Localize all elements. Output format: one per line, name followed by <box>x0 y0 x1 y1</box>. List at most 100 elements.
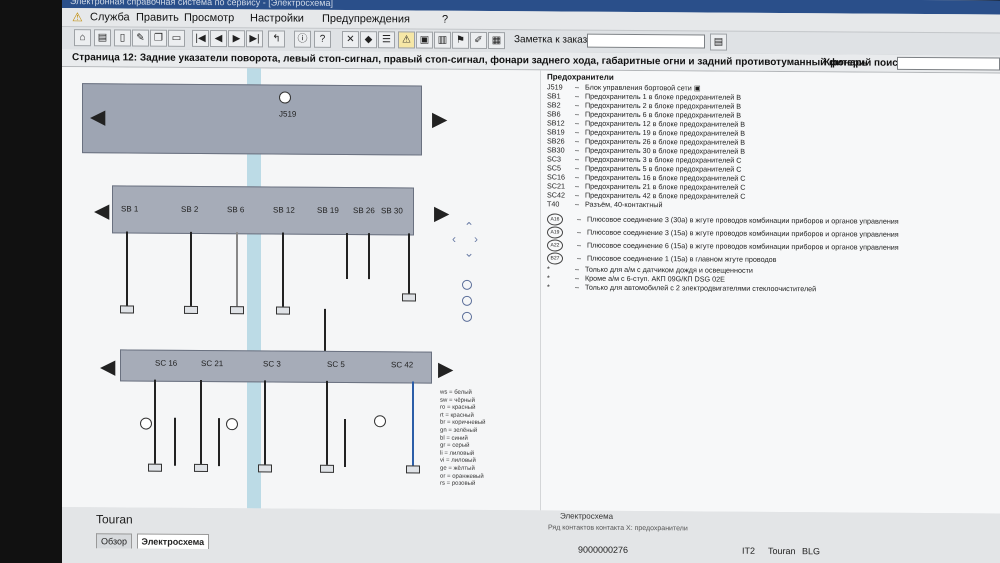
color-code-row: gn = зелёный <box>440 427 478 434</box>
vehicle-model: Touran <box>96 512 133 527</box>
next-page-icon[interactable]: ▶ <box>228 30 245 48</box>
nav-right-arrow-icon[interactable]: ▶ <box>432 109 447 131</box>
notes-icon[interactable]: ▣ <box>416 31 433 49</box>
legend-connector: A19– Плюсовое соединение 3 (15a) в жгуте … <box>547 226 899 239</box>
wire <box>324 308 326 351</box>
color-code-row: gr = серый <box>440 442 470 450</box>
menu-service[interactable]: Служба <box>90 8 130 26</box>
connector-circle <box>374 415 386 428</box>
pencil-icon[interactable]: ✐ <box>470 31 487 49</box>
tab-wiring-diagram[interactable]: Электросхема <box>136 533 210 550</box>
print-icon[interactable]: ▤ <box>94 29 111 47</box>
list-icon[interactable]: ☰ <box>378 31 395 49</box>
wire-terminal <box>148 463 162 472</box>
sb-fuse-label: SB 30 <box>381 206 403 216</box>
first-page-icon[interactable]: |◀ <box>192 29 209 48</box>
wire <box>126 231 128 308</box>
diagnostics-icon[interactable]: ◆ <box>360 31 377 49</box>
scheme-caption: Электросхема <box>560 511 614 521</box>
legend-note: * – Только для автомобилей с 2 электродвиг… <box>547 282 817 294</box>
legend-title: Предохранители <box>547 72 614 82</box>
wire-terminal <box>320 464 334 473</box>
zoom-in-icon[interactable] <box>462 279 472 290</box>
sb-fuse-label: SB 1 <box>121 204 139 214</box>
wiring-diagram[interactable]: J519 SB 1 SB 2 SB 6 SB 12 SB 19 SB 26 SB… <box>62 67 540 511</box>
wire-terminal <box>402 293 416 302</box>
legend-item: T40– Разъём, 40-контактный <box>547 199 663 210</box>
help-icon[interactable]: ? <box>314 30 331 48</box>
wire-terminal <box>120 305 134 314</box>
pan-down-icon[interactable]: ⌄ <box>464 246 474 260</box>
pan-right-icon[interactable]: › <box>474 232 478 246</box>
wire <box>346 232 348 279</box>
wire-terminal <box>258 464 272 473</box>
status-field-3: BLG <box>802 546 821 557</box>
warning-toolbar-icon[interactable]: ⚠ <box>398 31 415 49</box>
sb-fuse-label: SB 26 <box>353 206 375 216</box>
info-icon[interactable]: ⓘ <box>294 30 311 48</box>
color-code-row: rs = розовый <box>440 480 476 488</box>
wire-color-legend: ws = белый sw = чёрный ro = красный rt =… <box>440 390 486 489</box>
wire-terminal <box>276 306 290 315</box>
fuse-panel-sb: SB 1 SB 2 SB 6 SB 12 SB 19 SB 26 SB 30 <box>112 185 414 236</box>
menu-warnings[interactable]: Предупреждения <box>322 10 410 29</box>
nav-right-arrow-icon[interactable]: ▶ <box>434 203 449 225</box>
wire <box>174 417 176 466</box>
sb-fuse-label: SB 6 <box>227 205 245 215</box>
connector-circle <box>140 417 152 430</box>
zoom-fit-icon[interactable] <box>462 311 472 322</box>
warning-icon: ⚠ <box>72 10 83 25</box>
previous-page-icon[interactable]: ◀ <box>210 30 227 48</box>
screen: Электронная справочная система по сервис… <box>0 0 1000 563</box>
wire <box>264 380 266 467</box>
control-unit-symbol-icon <box>279 91 291 104</box>
status-field-2: Touran <box>768 545 796 557</box>
tab-overview[interactable]: Обзор <box>96 533 132 549</box>
menu-edit[interactable]: Править <box>136 9 179 27</box>
zoom-out-icon[interactable] <box>462 295 472 306</box>
order-note-button[interactable]: ▤ <box>710 33 727 51</box>
nav-left-arrow-icon[interactable]: ◀ <box>90 106 105 128</box>
menu-help[interactable]: ? <box>442 11 448 29</box>
nav-right-arrow-icon[interactable]: ▶ <box>438 359 453 381</box>
wire <box>190 231 192 308</box>
tab-strip: Обзор Электросхема <box>96 533 211 550</box>
wire <box>368 233 370 280</box>
color-code-row: ge = жёлтый <box>440 465 475 472</box>
nav-left-arrow-icon[interactable]: ◀ <box>100 356 115 378</box>
wire-terminal <box>230 306 244 315</box>
legend-connector: A16– Плюсовое соединение 3 (30a) в жгуте … <box>547 213 899 226</box>
folder-icon[interactable]: ▦ <box>488 31 505 50</box>
legend-connector: B27– Плюсовое соединение 1 (15a) в главно… <box>547 252 776 265</box>
legend-pane: Предохранители J519– Блок управления борт… <box>540 70 1000 514</box>
bottom-panel: Touran Электросхема Ряд контактов контак… <box>62 507 1000 563</box>
color-code-row: ro = красный <box>440 404 476 412</box>
document-icon[interactable]: ▯ <box>114 29 131 47</box>
book-icon[interactable]: ▥ <box>434 31 451 49</box>
wire <box>154 379 156 466</box>
home-icon[interactable]: ⌂ <box>74 29 91 47</box>
sc-fuse-label: SC 16 <box>155 358 178 368</box>
flag-icon[interactable]: ⚑ <box>452 31 469 49</box>
order-note-input[interactable] <box>587 33 705 49</box>
document-number: 9000000276 <box>578 544 629 555</box>
back-icon[interactable]: ↰ <box>268 30 285 48</box>
wire-terminal <box>194 463 208 473</box>
car-icon[interactable]: ▭ <box>168 29 185 47</box>
wire <box>408 233 410 296</box>
control-unit-label: J519 <box>279 109 297 119</box>
tools-icon[interactable]: ✕ <box>342 30 359 49</box>
nav-left-arrow-icon[interactable]: ◀ <box>94 200 109 222</box>
menu-view[interactable]: Просмотр <box>184 9 234 27</box>
pan-up-icon[interactable]: ⌃ <box>464 220 474 234</box>
sc-fuse-label: SC 3 <box>263 359 281 369</box>
copy-icon[interactable]: ❐ <box>150 29 167 47</box>
last-page-icon[interactable]: ▶| <box>246 30 263 48</box>
application-window: Электронная справочная система по сервис… <box>62 0 1000 563</box>
edit-icon[interactable]: ✎ <box>132 29 149 47</box>
search-input[interactable] <box>897 56 1000 71</box>
status-field-1: IT2 <box>742 545 756 556</box>
pan-left-icon[interactable]: ‹ <box>452 232 456 246</box>
menu-settings[interactable]: Настройки <box>250 9 304 27</box>
wire <box>236 232 238 309</box>
